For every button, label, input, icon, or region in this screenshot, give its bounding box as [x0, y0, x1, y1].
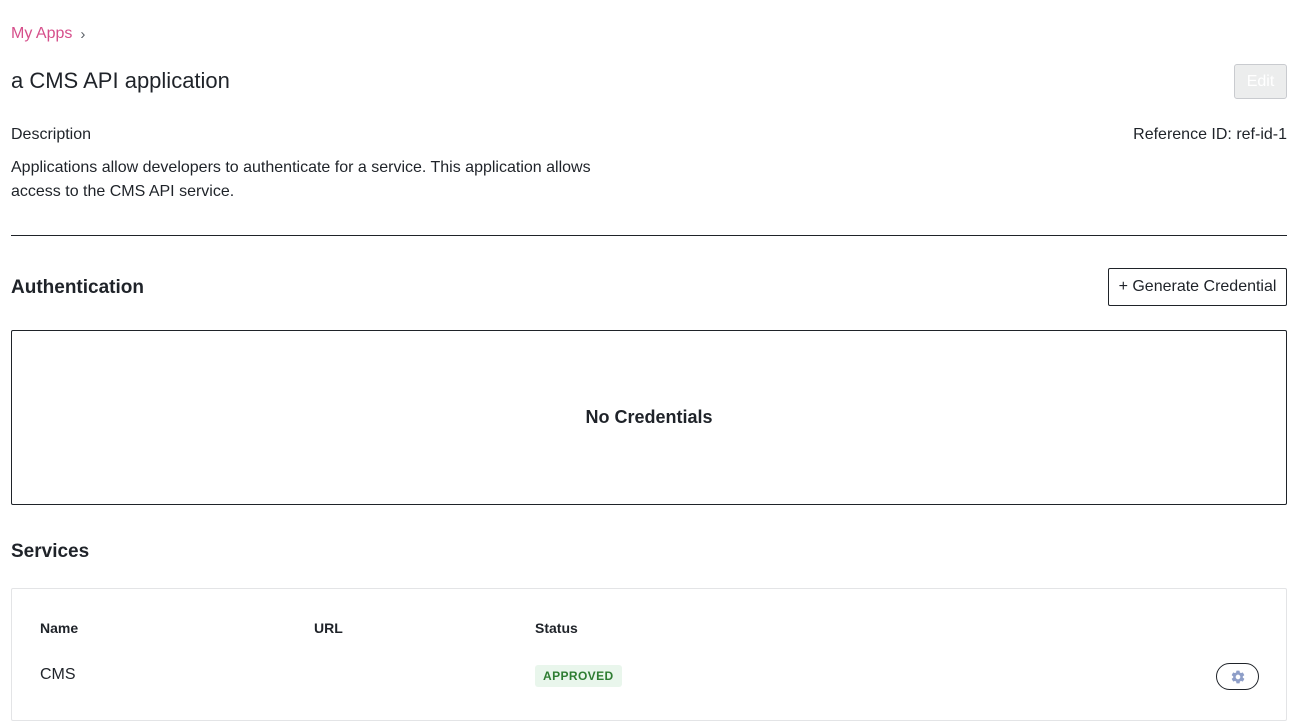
column-header-status: Status — [535, 620, 578, 636]
generate-credential-button[interactable]: + Generate Credential — [1108, 268, 1287, 306]
no-credentials-message: No Credentials — [585, 407, 713, 427]
description-text: Applications allow developers to authent… — [11, 159, 591, 200]
app-detail-page: My Apps › a CMS API application Edit Des… — [0, 0, 1303, 724]
breadcrumb-separator: › — [80, 25, 86, 43]
section-divider — [11, 235, 1287, 236]
credentials-panel: No Credentials — [11, 330, 1287, 505]
service-settings-button[interactable] — [1216, 663, 1259, 690]
breadcrumb: My Apps › — [11, 25, 85, 43]
description-label: Description — [11, 126, 92, 143]
services-table: Name URL Status CMS APPROVED — [11, 588, 1287, 721]
breadcrumb-my-apps-link[interactable]: My Apps — [11, 25, 72, 43]
edit-button[interactable]: Edit — [1234, 64, 1287, 99]
column-header-name: Name — [40, 620, 79, 636]
service-name: CMS — [40, 666, 76, 683]
services-title: Services — [11, 541, 90, 562]
column-header-url: URL — [314, 620, 343, 636]
status-badge: APPROVED — [535, 665, 622, 687]
authentication-title: Authentication — [11, 277, 144, 298]
reference-id: Reference ID: ref-id-1 — [1133, 126, 1287, 143]
page-title: a CMS API application — [11, 68, 230, 93]
gear-icon — [1230, 669, 1246, 685]
